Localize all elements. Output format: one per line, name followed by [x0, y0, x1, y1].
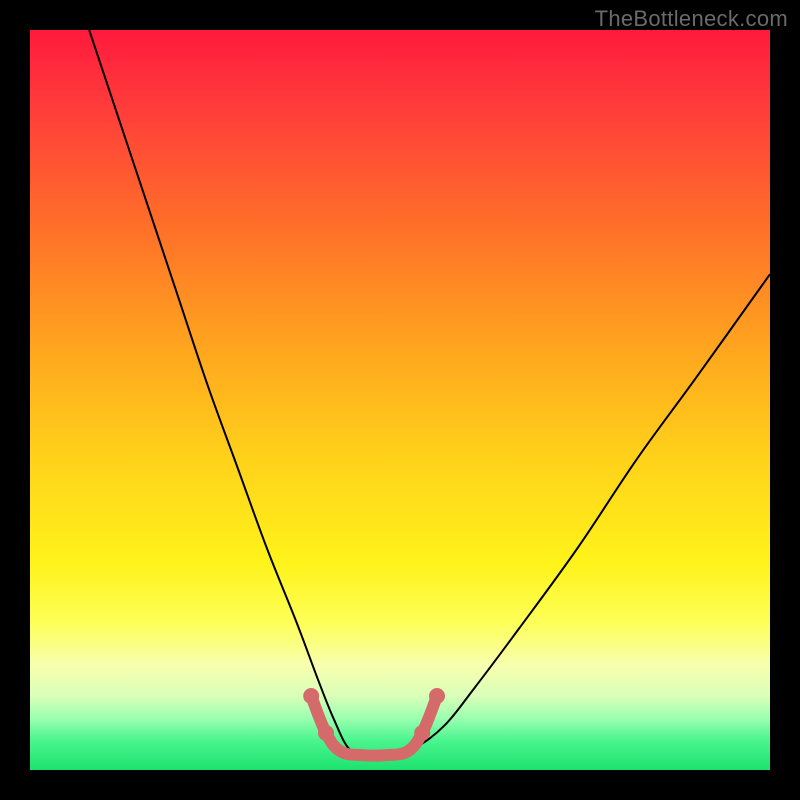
optimal-dot — [429, 688, 445, 704]
watermark-label: TheBottleneck.com — [595, 6, 788, 32]
optimal-dot — [303, 688, 319, 704]
plot-area — [30, 30, 770, 770]
optimal-dot — [318, 725, 334, 741]
optimal-dot — [414, 725, 430, 741]
gradient-background — [30, 30, 770, 770]
chart-frame: TheBottleneck.com — [0, 0, 800, 800]
chart-svg — [30, 30, 770, 770]
